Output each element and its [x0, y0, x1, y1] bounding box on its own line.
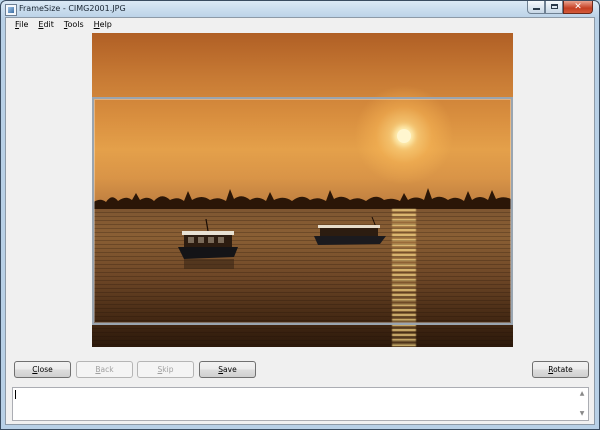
crop-frame-overlay[interactable]	[92, 97, 513, 325]
scroll-down-icon[interactable]: ▼	[576, 410, 588, 418]
app-window: FrameSize - CIMG2001.JPG ✕ File Edit Too…	[0, 0, 600, 430]
app-icon[interactable]	[5, 4, 17, 16]
maximize-button[interactable]	[545, 1, 563, 14]
menu-edit[interactable]: Edit	[33, 18, 59, 32]
access-key: E	[38, 20, 44, 29]
client-area: File Edit Tools Help Close Back Skip Sav…	[5, 17, 595, 425]
maximize-icon	[551, 4, 558, 9]
window-title: FrameSize - CIMG2001.JPG	[19, 4, 126, 13]
access-key: S	[218, 365, 224, 374]
minimize-icon	[533, 8, 540, 10]
status-scrollbar[interactable]: ▲ ▼	[576, 388, 588, 420]
menu-bar: File Edit Tools Help	[6, 18, 117, 32]
title-bar[interactable]: FrameSize - CIMG2001.JPG ✕	[1, 1, 599, 17]
scroll-up-icon[interactable]: ▲	[576, 390, 588, 398]
caption-buttons: ✕	[527, 1, 593, 15]
menu-tools[interactable]: Tools	[59, 18, 89, 32]
access-key: C	[32, 365, 38, 374]
access-key: T	[63, 20, 68, 29]
close-icon: ✕	[574, 2, 582, 12]
access-key: B	[95, 365, 101, 374]
access-key: H	[93, 20, 100, 29]
menu-file[interactable]: File	[10, 18, 33, 32]
text-caret	[15, 390, 16, 399]
status-textbox[interactable]: ▲ ▼	[12, 387, 589, 421]
back-button[interactable]: Back	[76, 361, 133, 378]
menu-help[interactable]: Help	[89, 18, 117, 32]
save-button[interactable]: Save	[199, 361, 256, 378]
skip-button[interactable]: Skip	[137, 361, 194, 378]
access-key: S	[157, 365, 163, 374]
minimize-button[interactable]	[527, 1, 545, 14]
access-key: R	[548, 365, 554, 374]
rotate-button[interactable]: Rotate	[532, 361, 589, 378]
close-button[interactable]: Close	[14, 361, 71, 378]
access-key: F	[15, 20, 20, 29]
close-window-button[interactable]: ✕	[563, 1, 593, 14]
